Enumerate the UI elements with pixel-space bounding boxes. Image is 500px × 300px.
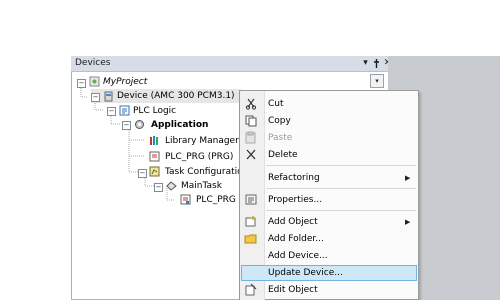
tree-item-application[interactable]: Application	[151, 120, 208, 130]
tree-item-maintask[interactable]: MainTask	[181, 181, 222, 191]
tree-item-myproject[interactable]: MyProject	[103, 77, 147, 87]
add-object-icon	[244, 215, 258, 228]
menu-item-cut[interactable]: Cut	[268, 99, 284, 109]
device-icon	[103, 91, 114, 102]
submenu-arrow-icon: ▶	[405, 218, 411, 226]
tree-item-plc-prg[interactable]: PLC_PRG	[196, 195, 236, 205]
expander-myproject[interactable]: −	[77, 79, 86, 88]
menu-item-add-folder[interactable]: Add Folder...	[268, 234, 324, 244]
tree-item-plc-logic[interactable]: PLC Logic	[133, 106, 176, 116]
menu-item-paste[interactable]: Paste	[268, 133, 292, 143]
tree-item-device[interactable]: Device (AMC 300 PCM3.1)	[117, 91, 235, 101]
expander-maintask[interactable]: −	[154, 183, 163, 192]
folder-icon	[244, 232, 258, 245]
task-configuration-icon	[149, 166, 160, 177]
menu-item-copy[interactable]: Copy	[268, 116, 291, 126]
program-icon	[149, 151, 160, 162]
maintask-icon	[166, 180, 177, 191]
menu-separator	[266, 210, 416, 211]
project-icon	[89, 76, 100, 87]
tree-item-task-configuration[interactable]: Task Configuration	[165, 167, 248, 177]
menu-separator	[266, 165, 416, 166]
expander-task-configuration[interactable]: −	[138, 169, 147, 178]
tree-dropdown-button[interactable]: ▾	[370, 74, 384, 88]
tree-item-plc-prg-prg[interactable]: PLC_PRG (PRG)	[165, 152, 233, 162]
copy-icon	[244, 114, 258, 127]
pin-icon[interactable]	[371, 58, 382, 69]
menu-item-add-device[interactable]: Add Device...	[268, 251, 328, 261]
library-manager-icon	[149, 135, 160, 146]
panel-title: Devices	[75, 58, 111, 68]
edit-object-icon	[244, 283, 258, 296]
menu-item-add-object[interactable]: Add Object	[268, 217, 318, 227]
submenu-arrow-icon: ▶	[405, 174, 411, 182]
dropdown-caret-icon[interactable]: ▾	[360, 58, 371, 69]
plc-logic-icon	[119, 105, 130, 116]
menu-item-edit-object[interactable]: Edit Object	[268, 285, 318, 295]
menu-item-delete[interactable]: Delete	[268, 150, 298, 160]
application-gear-icon	[134, 119, 145, 130]
paste-icon	[244, 131, 258, 144]
delete-icon	[244, 148, 258, 161]
menu-separator	[266, 188, 416, 189]
menu-item-refactoring[interactable]: Refactoring	[268, 173, 320, 183]
expander-plc-logic[interactable]: −	[107, 107, 116, 116]
expander-application[interactable]: −	[122, 121, 131, 130]
scissors-icon	[244, 97, 258, 110]
menu-item-properties[interactable]: Properties...	[268, 195, 322, 205]
devices-panel-titlebar	[71, 56, 389, 72]
expander-device[interactable]: −	[91, 93, 100, 102]
properties-icon	[244, 193, 258, 206]
menu-item-update-device[interactable]: Update Device...	[268, 268, 343, 278]
tree-item-library-manager[interactable]: Library Manager	[165, 136, 239, 146]
program-call-icon	[180, 194, 191, 205]
